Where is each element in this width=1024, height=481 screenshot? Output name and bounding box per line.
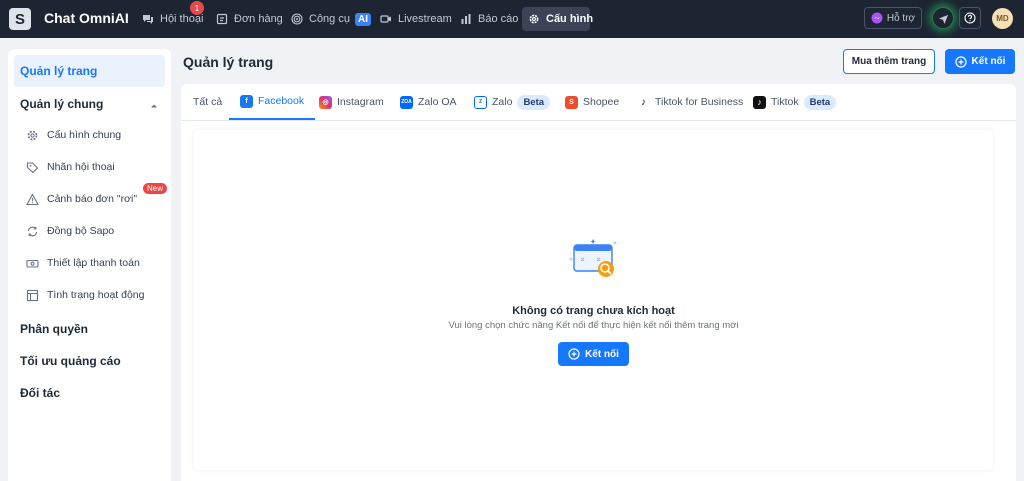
tab-label: Tất cả [193,96,223,108]
new-badge: New [143,183,168,194]
bar-chart-icon [461,14,471,24]
tab-label: Instagram [337,96,384,108]
order-icon [216,13,228,25]
sidebar-item-page-management[interactable]: Quản lý trang [14,55,165,87]
nav-settings-label: Cấu hình [546,13,594,25]
plus-circle-icon [568,348,580,360]
tab-label: Tiktok [771,96,799,108]
buy-more-pages-button[interactable]: Mua thêm trang [843,49,935,74]
empty-state-subtitle: Vui lòng chọn chức năng Kết nối để thực … [448,320,739,331]
payment-icon [26,259,39,268]
page-title: Quản lý trang [183,54,274,70]
gear-icon [27,130,38,140]
instagram-icon: ◎ [319,95,332,109]
app-logo[interactable]: S [9,8,31,30]
platform-tabs: Tất cả f Facebook ◎ Instagram ZOA Zalo O… [181,84,1016,121]
beta-badge: Beta [517,94,551,110]
plus-circle-icon [954,55,967,68]
app-title: Chat OmniAI [44,10,129,26]
tag-icon [26,161,39,173]
empty-state-connect-button[interactable]: Kết nối [558,342,629,366]
sidebar-item-permissions[interactable]: Phân quyền [20,322,88,336]
connect-button-label: Kết nối [971,56,1006,67]
messenger-icon [871,12,883,24]
avatar[interactable]: MD [992,8,1013,29]
sync-icon [27,226,38,236]
nav-tools-label: Công cụ [309,13,350,25]
sidebar-item-activity-status[interactable]: Tình trạng hoạt động [26,286,166,304]
video-icon [380,15,391,23]
sidebar-item-label: Nhãn hội thoại [47,161,115,173]
nav-orders[interactable]: Đơn hàng [210,7,289,31]
help-button[interactable] [959,7,981,29]
nav-conversations[interactable]: Hội thoại 1 [136,1,209,31]
nav-livestream-label: Livestream [398,13,452,25]
empty-state-connect-label: Kết nối [585,348,619,360]
empty-state-title: Không có trang chưa kích hoạt [512,305,675,317]
tab-tiktok[interactable]: ♪ Tiktok Beta [753,84,837,120]
sidebar-item-label: Cảnh báo đơn "rơi" [47,193,138,205]
support-button[interactable]: Hỗ trợ [864,7,922,29]
support-label: Hỗ trợ [886,12,916,24]
paper-plane-icon [938,14,948,24]
tab-zalo[interactable]: Z Zalo Beta [474,84,551,120]
sidebar-group-general[interactable]: Quản lý chung [20,97,103,111]
tab-label: Facebook [258,95,305,107]
tiktok-icon: ♪ [637,95,650,109]
send-feedback-button[interactable] [932,7,954,29]
sidebar-item-payment-setup[interactable]: Thiết lập thanh toán [26,254,166,272]
sidebar-item-label: Đồng bộ Sapo [47,225,115,237]
zalo-oa-icon: ZOA [400,95,413,109]
empty-search-illustration-icon [569,239,617,277]
tiktok-icon: ♪ [753,95,766,109]
tab-instagram[interactable]: ◎ Instagram [319,84,384,120]
sidebar-item-general-config[interactable]: Cấu hình chung [26,126,166,144]
chevron-up-icon[interactable] [150,102,158,110]
nav-orders-label: Đơn hàng [234,13,283,25]
nav-livestream[interactable]: Livestream [374,7,458,31]
tab-facebook[interactable]: f Facebook [229,84,316,120]
tab-all[interactable]: Tất cả [193,84,222,120]
tab-tiktok-business[interactable]: ♪ Tiktok for Business [637,84,743,120]
tab-label: Shopee [583,96,620,108]
tab-label: Tiktok for Business [655,96,744,108]
sidebar-item-label: Thiết lập thanh toán [47,257,140,269]
shopee-icon: S [565,95,578,109]
connect-button[interactable]: Kết nối [945,49,1015,74]
nav-settings[interactable]: Cấu hình [522,7,594,31]
nav-tools[interactable]: Công cụ AI [285,7,377,31]
target-icon [291,13,303,25]
beta-badge: Beta [803,94,837,110]
gear-icon [529,14,539,24]
nav-reports[interactable]: Báo cáo [454,7,524,31]
unread-badge: 1 [190,1,204,15]
chat-bubbles-icon [143,15,153,24]
sidebar-item-label: Cấu hình chung [47,129,122,141]
layout-icon [26,289,39,301]
sidebar-item-conversation-labels[interactable]: Nhãn hội thoại [26,158,166,176]
ai-badge: AI [354,12,371,26]
tab-zalo-oa[interactable]: ZOA Zalo OA [400,84,457,120]
tab-shopee[interactable]: S Shopee [565,84,619,120]
sidebar-item-ads-optimization[interactable]: Tối ưu quảng cáo [20,354,121,368]
question-icon [964,12,976,24]
sidebar-item-label: Tình trạng hoạt động [47,289,145,301]
tab-label: Zalo [492,96,513,108]
sidebar: Quản lý trang Quản lý chung Cấu hình chu… [8,49,171,481]
top-navbar: S Chat OmniAI Hội thoại 1 Đơn hàng Công … [0,0,1024,38]
warning-icon [26,192,39,205]
facebook-icon: f [240,94,253,108]
tab-label: Zalo OA [418,96,457,108]
nav-reports-label: Báo cáo [478,13,519,25]
sidebar-item-partners[interactable]: Đối tác [20,386,60,400]
zalo-icon: Z [474,95,487,109]
sidebar-item-sapo-sync[interactable]: Đồng bộ Sapo [26,222,166,240]
empty-state-card [194,130,993,470]
